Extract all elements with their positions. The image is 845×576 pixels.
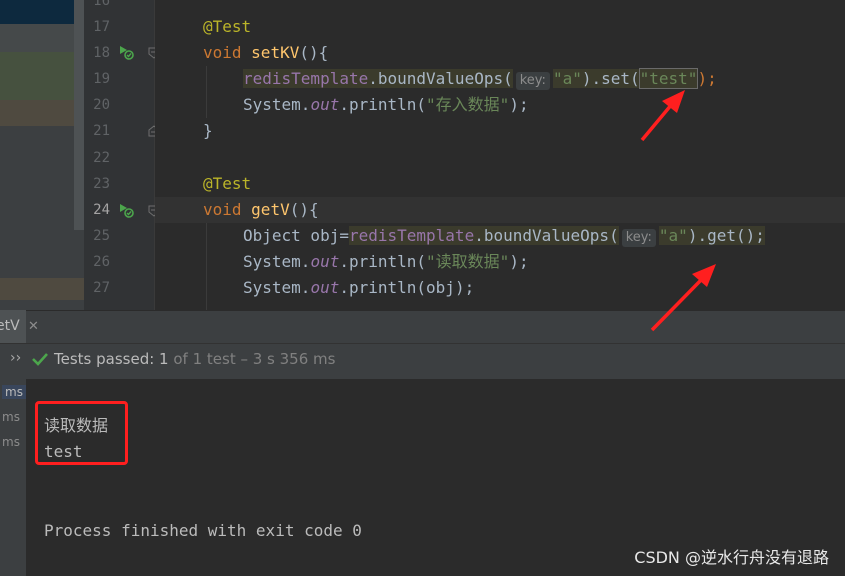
line-number: 23 [93, 176, 110, 192]
code-line-21[interactable]: } [203, 118, 213, 144]
test-tree-item[interactable]: ms [2, 385, 26, 399]
status-detail: of 1 test – 3 s 356 ms [168, 350, 336, 368]
status-prefix: Tests passed: [54, 350, 160, 368]
code-token: (){ [299, 43, 329, 62]
code-token: System. [243, 278, 311, 297]
check-icon [32, 353, 48, 366]
highlight-box [35, 401, 128, 465]
code-token: Object obj= [243, 226, 349, 245]
code-token: } [203, 121, 213, 140]
method-name: getV [251, 200, 290, 219]
line-number: 25 [93, 228, 110, 244]
field-token: redisTemplate [348, 226, 475, 245]
code-token: ).set( [581, 69, 640, 88]
project-row-changed[interactable] [0, 52, 84, 100]
line-number: 22 [93, 150, 110, 166]
line-number: 21 [93, 123, 110, 139]
line-number: 20 [93, 97, 110, 113]
annotation-token: @Test [203, 174, 252, 193]
project-row[interactable] [0, 24, 84, 52]
field-token: out [310, 95, 340, 114]
expand-chevron-icon[interactable]: ›› [10, 350, 21, 366]
test-tree-item[interactable]: ms [2, 435, 20, 449]
code-token: ); [697, 69, 717, 88]
project-scrollbar[interactable] [74, 0, 84, 230]
code-line-26[interactable]: System.out.println("读取数据"); [243, 249, 529, 275]
line-number: 19 [93, 71, 110, 87]
string-token: "a" [552, 69, 582, 88]
code-token: .println( [339, 252, 427, 271]
watermark: CSDN @逆水行舟没有退路 [634, 548, 829, 567]
field-token: redisTemplate [243, 69, 369, 88]
project-row-modified[interactable] [0, 278, 84, 300]
line-number: 18 [93, 45, 110, 61]
line-number-current: 24 [93, 202, 110, 218]
run-test-icon[interactable] [118, 202, 134, 218]
run-test-icon[interactable] [118, 44, 134, 60]
param-hint: key: [515, 72, 550, 90]
indent-guide [206, 66, 207, 118]
test-tree-item[interactable]: ms [2, 410, 20, 424]
keyword-token: void [203, 200, 242, 219]
test-tree [0, 379, 26, 576]
project-selected-row[interactable] [0, 0, 84, 24]
console-line: Process finished with exit code 0 [44, 521, 362, 540]
line-number: 17 [93, 19, 110, 35]
run-tab-bar [0, 310, 845, 344]
project-row-modified[interactable] [0, 100, 84, 126]
method-name: setKV [251, 43, 300, 62]
string-token: "test" [638, 68, 699, 89]
code-line-23[interactable]: @Test [203, 171, 251, 197]
code-line-25[interactable]: Object obj=redisTemplate.boundValueOps(k… [243, 223, 765, 249]
line-number: 27 [93, 280, 110, 296]
string-token: "a" [658, 226, 688, 245]
code-token: System. [243, 252, 311, 271]
code-token: System. [243, 95, 311, 114]
run-tab-label: etV [0, 318, 20, 334]
project-panel [0, 0, 84, 310]
code-line-24[interactable]: void getV(){ [203, 197, 319, 223]
code-token: .boundValueOps( [474, 226, 619, 245]
annotation-token: @Test [203, 17, 252, 36]
code-token: (){ [289, 200, 319, 219]
close-icon[interactable]: ✕ [28, 319, 39, 334]
code-line-17[interactable]: @Test [203, 14, 251, 40]
code-token: ); [509, 95, 529, 114]
indent-guide [206, 223, 207, 310]
code-line-27[interactable]: System.out.println(obj); [243, 275, 474, 301]
code-token: ).get(); [687, 226, 765, 245]
line-number: 26 [93, 254, 110, 270]
code-line-19[interactable]: redisTemplate.boundValueOps(key: "a").set… [243, 66, 717, 92]
string-token: "存入数据" [426, 95, 510, 114]
code-token: .boundValueOps( [368, 69, 513, 88]
param-hint: key: [621, 229, 656, 247]
status-count: 1 [159, 350, 169, 368]
keyword-token: void [203, 43, 242, 62]
field-token: out [310, 252, 340, 271]
field-token: out [310, 278, 340, 297]
line-number: 16 [93, 0, 110, 9]
code-line-18[interactable]: void setKV(){ [203, 40, 328, 66]
run-tab-getv[interactable]: etV [0, 310, 26, 343]
code-line-20[interactable]: System.out.println("存入数据"); [243, 92, 529, 118]
code-token: ); [509, 252, 529, 271]
code-token: .println(obj); [339, 278, 475, 297]
code-token: .println( [339, 95, 427, 114]
string-token: "读取数据" [426, 252, 510, 271]
test-status-text: Tests passed: 1 of 1 test – 3 s 356 ms [54, 350, 335, 368]
